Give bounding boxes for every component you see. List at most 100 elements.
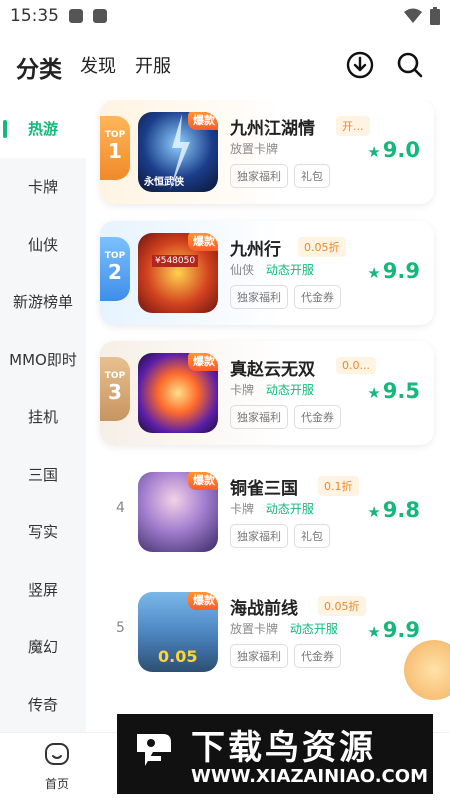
score-value: 9.9 <box>382 618 420 642</box>
tab-discover[interactable]: 发现 <box>80 52 116 78</box>
star-icon: ★ <box>367 264 381 282</box>
game-image-text: 0.05 <box>158 647 198 666</box>
tag: 独家福利 <box>230 644 288 668</box>
game-image[interactable]: 永恒武侠 爆款 <box>138 112 218 192</box>
game-category: 放置卡牌 <box>230 622 279 636</box>
game-name: 九州江湖情 <box>230 119 315 139</box>
hot-tag: 爆款 <box>188 112 218 130</box>
sidebar-item-xianxia[interactable]: 仙侠 <box>0 216 86 274</box>
star-icon: ★ <box>367 143 381 161</box>
sidebar-item-card[interactable]: 卡牌 <box>0 158 86 216</box>
sidebar-item-legend[interactable]: 传奇 <box>0 676 86 734</box>
game-tags: 独家福利 礼包 <box>230 524 330 548</box>
sidebar-item-mmo[interactable]: MMO即时 <box>0 331 86 389</box>
sidebar-item-new-ranking[interactable]: 新游榜单 <box>0 273 86 331</box>
sidebar-item-vertical[interactable]: 竖屏 <box>0 561 86 619</box>
tab-server[interactable]: 开服 <box>135 52 171 78</box>
hot-tag: 爆款 <box>188 233 218 251</box>
dynamic-server: 动态开服 <box>265 502 314 516</box>
game-tags: 独家福利 代金券 <box>230 405 341 429</box>
game-score: ★9.0 <box>367 138 420 162</box>
game-meta: 卡牌 动态开服 <box>230 381 314 398</box>
rank-badge: TOP 3 <box>100 357 130 421</box>
sidebar-item-fantasy[interactable]: 魔幻 <box>0 618 86 676</box>
watermark-url: WWW.XIAZAINIAO.COM <box>191 766 428 787</box>
rank-badge: TOP 1 <box>100 116 130 180</box>
game-card[interactable]: TOP 3 爆款 真赵云无双 0.0... 卡牌 动态开服 独家福利 代金券 ★… <box>100 341 434 445</box>
game-name: 真赵云无双 <box>230 360 315 380</box>
active-indicator <box>3 120 7 138</box>
sidebar-item-three-kingdoms[interactable]: 三国 <box>0 446 86 504</box>
game-image[interactable]: ¥548050 爆款 <box>138 233 218 313</box>
game-score: ★9.5 <box>367 379 420 403</box>
game-card[interactable]: 4 爆款 铜雀三国 0.1折 卡牌 动态开服 独家福利 礼包 ★9.8 <box>100 460 434 564</box>
dynamic-server: 动态开服 <box>265 383 314 397</box>
game-image[interactable]: 爆款 <box>138 472 218 552</box>
game-tags: 独家福利 礼包 <box>230 164 330 188</box>
sidebar-item-realistic[interactable]: 写实 <box>0 503 86 561</box>
sidebar-item-label: 热游 <box>27 120 58 138</box>
tag: 独家福利 <box>230 524 288 548</box>
home-face-icon <box>45 743 69 765</box>
tag: 礼包 <box>294 524 330 548</box>
game-card[interactable]: TOP 1 永恒武侠 爆款 九州江湖情 开... 放置卡牌 独家福利 礼包 ★9… <box>100 100 434 204</box>
rank-number: 2 <box>108 260 122 284</box>
tab-category[interactable]: 分类 <box>16 50 62 84</box>
game-name: 九州行 <box>230 240 281 260</box>
rank-number: 3 <box>108 380 122 404</box>
game-category: 仙侠 <box>230 263 255 277</box>
nav-home-label: 首页 <box>44 777 69 791</box>
hot-tag: 爆款 <box>188 592 218 610</box>
nav-home[interactable]: 首页 <box>36 741 78 792</box>
hot-tag: 爆款 <box>188 353 218 371</box>
game-tags: 独家福利 代金券 <box>230 644 341 668</box>
search-icon[interactable] <box>396 51 424 79</box>
game-image[interactable]: 爆款 <box>138 353 218 433</box>
game-meta: 放置卡牌 动态开服 <box>230 620 338 637</box>
discount-badge: 0.05折 <box>298 237 346 257</box>
game-card[interactable]: TOP 2 ¥548050 爆款 九州行 0.05折 仙侠 动态开服 独家福利 … <box>100 221 434 325</box>
game-score: ★9.9 <box>367 618 420 642</box>
status-time: 15:35 <box>10 6 59 26</box>
dynamic-server: 动态开服 <box>289 622 338 636</box>
star-icon: ★ <box>367 384 381 402</box>
floating-gift-icon[interactable] <box>404 640 450 700</box>
game-card[interactable]: 5 0.05 爆款 海战前线 0.05折 放置卡牌 动态开服 独家福利 代金券 … <box>100 580 434 684</box>
score-value: 9.9 <box>382 259 420 283</box>
score-value: 9.5 <box>382 379 420 403</box>
dynamic-server: 动态开服 <box>265 263 314 277</box>
rank-number: 1 <box>108 139 122 163</box>
discount-badge: 开... <box>336 116 370 136</box>
tag: 代金券 <box>294 644 341 668</box>
game-list: TOP 1 永恒武侠 爆款 九州江湖情 开... 放置卡牌 独家福利 礼包 ★9… <box>86 100 450 732</box>
tag: 代金券 <box>294 285 341 309</box>
sidebar-item-idle[interactable]: 挂机 <box>0 388 86 446</box>
tag: 独家福利 <box>230 285 288 309</box>
bird-logo-icon <box>125 724 179 776</box>
top-header: 分类 发现 开服 <box>0 44 450 88</box>
shield-icon <box>69 9 83 23</box>
game-image[interactable]: 0.05 爆款 <box>138 592 218 672</box>
battery-icon <box>430 7 440 25</box>
discount-badge: 0.0... <box>336 357 376 374</box>
game-category: 放置卡牌 <box>230 142 279 156</box>
game-name: 铜雀三国 <box>230 479 298 499</box>
rank-badge: TOP 2 <box>100 237 130 301</box>
tag: 代金券 <box>294 405 341 429</box>
game-tags: 独家福利 代金券 <box>230 285 341 309</box>
game-score: ★9.9 <box>367 259 420 283</box>
download-icon[interactable] <box>346 51 374 79</box>
game-category: 卡牌 <box>230 502 255 516</box>
tag: 独家福利 <box>230 405 288 429</box>
game-meta: 放置卡牌 <box>230 140 278 157</box>
game-image-text: ¥548050 <box>152 255 199 267</box>
game-category: 卡牌 <box>230 383 255 397</box>
game-name: 海战前线 <box>230 599 298 619</box>
score-value: 9.0 <box>382 138 420 162</box>
category-sidebar: 热游 卡牌 仙侠 新游榜单 MMO即时 挂机 三国 写实 竖屏 魔幻 传奇 <box>0 100 86 732</box>
game-meta: 卡牌 动态开服 <box>230 500 314 517</box>
sidebar-item-hot[interactable]: 热游 <box>0 100 86 158</box>
font-icon <box>93 9 107 23</box>
game-meta: 仙侠 动态开服 <box>230 261 314 278</box>
rank-number: 4 <box>116 500 125 516</box>
